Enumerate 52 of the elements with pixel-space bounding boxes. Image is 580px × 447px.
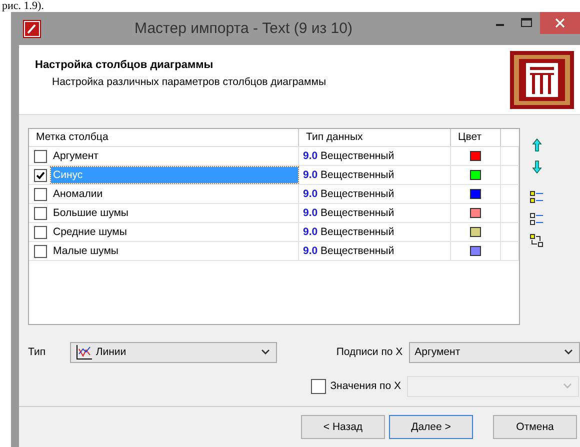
data-type-cell: 9.0 Вещественный [299,204,451,222]
checkbox[interactable] [34,150,47,162]
app-icon [23,20,41,38]
checkbox[interactable] [34,206,47,220]
checkbox[interactable] [34,168,47,182]
color-swatch[interactable] [470,170,481,180]
color-swatch[interactable] [470,189,481,199]
column-label[interactable]: Средние шумы [51,224,298,240]
arrow-down-icon[interactable] [532,160,542,174]
column-label[interactable]: Малые шумы [51,243,298,259]
data-type-cell: 9.0 Вещественный [299,223,451,241]
checkbox[interactable] [34,188,47,200]
window-title: Мастер импорта - Text (9 из 10) [134,20,354,37]
invert-selection-icon[interactable] [530,234,544,248]
wizard-button[interactable]: Отмена [493,415,577,439]
x-values-label: Значения по X [330,380,401,392]
color-swatch[interactable] [470,227,481,237]
column-label[interactable]: Аномалии [51,186,298,202]
checkbox[interactable] [34,226,47,238]
maximize-icon [521,18,532,28]
x-labels-label: Подписи по X [335,346,403,358]
uncheck-all-icon[interactable] [530,212,544,226]
chevron-icon [261,349,270,355]
color-swatch[interactable] [470,151,481,161]
wizard-button[interactable]: Далее > [389,415,473,439]
column-header: Метка столбца [29,129,299,146]
x-labels-dropdown[interactable]: Аргумент [408,342,580,362]
chart-type-dropdown[interactable]: Линии [70,342,278,362]
checkbox[interactable] [34,244,47,258]
column-header: Цвет [451,129,501,146]
step-description: Настройка различных параметров столбцов диаграммы [51,76,326,88]
document-text: рис. 1.9). [1,0,45,12]
data-type-cell: 9.0 Вещественный [299,147,451,165]
data-type-cell: 9.0 Вещественный [299,185,451,203]
wizard-button[interactable]: < Назад [301,415,385,439]
type-label: Тип [28,346,47,358]
line-chart-icon [76,344,92,360]
data-type-cell: 9.0 Вещественный [299,166,451,184]
column-label[interactable]: Большие шумы [51,205,298,221]
close-button[interactable] [540,12,580,34]
chevron-icon [563,383,572,389]
table-logo-icon [510,51,574,109]
color-swatch[interactable] [470,246,481,256]
data-type-cell: 9.0 Вещественный [299,242,451,260]
step-title: Настройка столбцов диаграммы [35,59,214,71]
arrow-up-icon[interactable] [532,138,542,152]
check-all-icon[interactable] [530,190,544,204]
column-header: Тип данных [299,129,451,146]
column-label[interactable]: Аргумент [51,148,298,164]
close-icon [555,18,565,28]
chevron-icon [564,349,573,355]
color-swatch[interactable] [470,208,481,218]
